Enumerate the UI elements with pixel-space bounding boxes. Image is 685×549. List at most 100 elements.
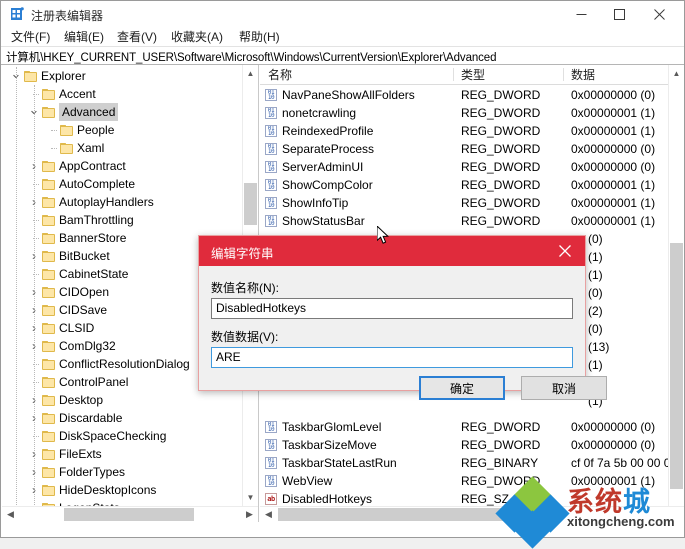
folder-icon bbox=[42, 449, 55, 460]
menu-item-4[interactable]: 帮助(H) bbox=[239, 29, 280, 45]
table-row[interactable]: 01 10 nonetcrawling REG_DWORD 0x00000001 (1) bbox=[260, 104, 670, 122]
watermark: 系统城 xitongcheng.com bbox=[495, 476, 681, 549]
folder-icon bbox=[42, 269, 55, 280]
minimize-button[interactable] bbox=[562, 1, 600, 27]
dialog-close-button[interactable] bbox=[545, 236, 585, 266]
dword-icon: 01 10 bbox=[265, 125, 277, 137]
tree-horizontal-scrollbar[interactable]: ◀ ▶ bbox=[2, 506, 258, 522]
tree-scroll-left-icon[interactable]: ◀ bbox=[2, 507, 19, 522]
folder-icon bbox=[60, 125, 73, 136]
occluded-value-data: (1) bbox=[588, 358, 603, 372]
ok-button[interactable]: 确定 bbox=[419, 376, 505, 400]
value-type: REG_DWORD bbox=[461, 196, 541, 210]
folder-icon bbox=[42, 251, 55, 262]
folder-icon bbox=[24, 71, 37, 82]
column-separator-2[interactable] bbox=[563, 68, 564, 81]
table-row[interactable]: 01 10 ServerAdminUI REG_DWORD 0x00000000 (0) bbox=[260, 158, 670, 176]
occluded-value-data: (1) bbox=[588, 250, 603, 264]
menu-item-1[interactable]: 编辑(E) bbox=[64, 29, 104, 45]
dword-icon: 01 10 bbox=[265, 179, 277, 191]
tree-item-label: ConflictResolutionDialog bbox=[59, 357, 190, 371]
tree-hscrollbar-thumb[interactable] bbox=[64, 508, 194, 521]
close-button[interactable] bbox=[640, 1, 678, 27]
table-row[interactable]: 01 10 TaskbarStateLastRun REG_BINARY cf 0f 7… bbox=[260, 454, 684, 472]
tree-item-label: AutoplayHandlers bbox=[59, 195, 154, 209]
value-data-label: 数值数据(V): bbox=[211, 330, 279, 344]
table-row[interactable]: 01 10 TaskbarGlomLevel REG_DWORD 0x00000000 … bbox=[260, 418, 670, 436]
list-scroll-up-icon[interactable]: ▲ bbox=[669, 65, 684, 82]
column-header-0[interactable]: 名称 bbox=[268, 67, 292, 83]
value-data: 0x00000001 (1) bbox=[571, 106, 656, 120]
list-vertical-scrollbar[interactable]: ▲ bbox=[668, 65, 684, 506]
column-separator-1[interactable] bbox=[453, 68, 454, 81]
tree-item-label: ControlPanel bbox=[59, 375, 129, 389]
dword-icon: 01 10 bbox=[265, 197, 277, 209]
tree-item-label: AppContract bbox=[59, 159, 126, 173]
value-data: 0x00000000 (0) bbox=[571, 88, 656, 102]
table-row[interactable]: 01 10 ReindexedProfile REG_DWORD 0x00000001 … bbox=[260, 122, 670, 140]
tree-item-label: CabinetState bbox=[59, 267, 129, 281]
value-name: TaskbarStateLastRun bbox=[282, 456, 397, 470]
column-header-2[interactable]: 数据 bbox=[571, 67, 595, 83]
tree-guide-line-1 bbox=[34, 85, 35, 506]
maximize-button[interactable] bbox=[600, 1, 638, 27]
cancel-button[interactable]: 取消 bbox=[521, 376, 607, 400]
table-row[interactable]: 01 10 ShowInfoTip REG_DWORD 0x00000001 (1) bbox=[260, 194, 670, 212]
values-list-header: 名称 类型 数据 bbox=[260, 65, 684, 85]
menu-item-0[interactable]: 文件(F) bbox=[11, 29, 50, 45]
column-header-1[interactable]: 类型 bbox=[461, 67, 485, 83]
tree-guide bbox=[51, 148, 57, 149]
dialog-title-bar: 编辑字符串 bbox=[199, 236, 585, 266]
registry-editor-window: 注册表编辑器 文件(F) 编辑(E) 查看(V) 收藏夹(A) 帮助(H) 计算机\HK… bbox=[0, 0, 685, 549]
table-row[interactable]: 01 10 ShowCompColor REG_DWORD 0x00000001 (1) bbox=[260, 176, 670, 194]
tree-guide-line-0 bbox=[16, 67, 17, 506]
list-scrollbar-thumb[interactable] bbox=[670, 243, 683, 489]
menu-bar: 文件(F) 编辑(E) 查看(V) 收藏夹(A) 帮助(H) bbox=[1, 27, 684, 46]
tree-scroll-up-icon[interactable]: ▲ bbox=[243, 65, 258, 82]
folder-icon bbox=[42, 107, 55, 118]
folder-icon bbox=[42, 161, 55, 172]
value-name-input[interactable]: DisabledHotkeys bbox=[211, 298, 573, 319]
tree-item-label: Accent bbox=[59, 87, 96, 101]
tree-item-label: DiskSpaceChecking bbox=[59, 429, 167, 443]
value-name: ShowStatusBar bbox=[282, 214, 365, 228]
value-type: REG_DWORD bbox=[461, 124, 541, 138]
value-type: REG_DWORD bbox=[461, 160, 541, 174]
address-bar[interactable]: 计算机\HKEY_CURRENT_USER\Software\Microsoft… bbox=[1, 46, 684, 65]
dword-icon: 01 10 bbox=[265, 439, 277, 451]
value-name: ShowInfoTip bbox=[282, 196, 349, 210]
table-row[interactable]: 01 10 SeparateProcess REG_DWORD 0x00000000 (… bbox=[260, 140, 670, 158]
dialog-body: 数值名称(N): DisabledHotkeys 数值数据(V): ARE 确定… bbox=[199, 266, 607, 400]
registry-editor-icon bbox=[10, 7, 24, 21]
value-data-input[interactable]: ARE bbox=[211, 347, 573, 368]
tree-item-label: FolderTypes bbox=[59, 465, 126, 479]
value-name-label: 数值名称(N): bbox=[211, 281, 279, 295]
folder-icon bbox=[42, 233, 55, 244]
tree-scroll-right-icon[interactable]: ▶ bbox=[241, 507, 258, 522]
table-row[interactable]: 01 10 TaskbarSizeMove REG_DWORD 0x00000000 (… bbox=[260, 436, 670, 454]
value-data: 0x00000000 (0) bbox=[571, 420, 656, 434]
value-name: ReindexedProfile bbox=[282, 124, 374, 138]
string-icon: ab bbox=[265, 493, 277, 505]
tree-item-label: BannerStore bbox=[59, 231, 127, 245]
tree-scroll-down-icon[interactable]: ▼ bbox=[243, 489, 258, 506]
table-row[interactable]: 01 10 NavPaneShowAllFolders REG_DWORD 0x0000… bbox=[260, 86, 670, 104]
table-row[interactable]: 01 10 ShowStatusBar REG_DWORD 0x00000001 (1) bbox=[260, 212, 670, 230]
dword-icon: 01 10 bbox=[265, 107, 277, 119]
value-name: nonetcrawling bbox=[282, 106, 357, 120]
mouse-cursor bbox=[376, 224, 391, 246]
tree-item-label: Advanced bbox=[59, 103, 119, 121]
folder-icon bbox=[42, 215, 55, 226]
watermark-url: xitongcheng.com bbox=[567, 514, 675, 529]
occluded-value-data: (0) bbox=[588, 232, 603, 246]
menu-item-3[interactable]: 收藏夹(A) bbox=[171, 29, 223, 45]
tree-item-label: HideDesktopIcons bbox=[59, 483, 157, 497]
edit-string-dialog: 编辑字符串 数值名称(N): DisabledHotkeys 数值数据(V): … bbox=[198, 235, 607, 400]
tree-item-label: Xaml bbox=[77, 141, 105, 155]
occluded-value-data: (1) bbox=[588, 268, 603, 282]
value-data: 0x00000001 (1) bbox=[571, 178, 656, 192]
tree-scrollbar-thumb[interactable] bbox=[244, 183, 257, 225]
value-data: 0x00000000 (0) bbox=[571, 160, 656, 174]
list-scroll-left-icon[interactable]: ◀ bbox=[260, 507, 277, 522]
menu-item-2[interactable]: 查看(V) bbox=[117, 29, 157, 45]
